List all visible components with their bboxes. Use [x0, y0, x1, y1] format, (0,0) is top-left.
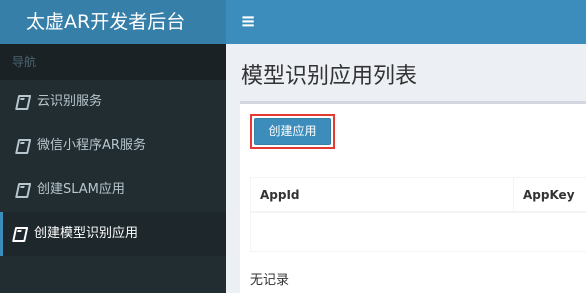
book-icon: [16, 95, 29, 107]
sidebar-item-label: 云识别服务: [37, 94, 103, 109]
column-header-appid[interactable]: AppId: [250, 178, 514, 211]
table-header-row: AppId AppKey: [250, 177, 586, 213]
create-app-button[interactable]: 创建应用: [254, 118, 331, 145]
main-content: 模型识别应用列表 创建应用 AppId AppKey 无记录: [226, 44, 586, 293]
app-logo[interactable]: 太虚AR开发者后台: [0, 0, 226, 44]
sidebar-item-label: 创建SLAM应用: [37, 182, 125, 197]
sidebar-toggle-icon[interactable]: ≡: [226, 0, 270, 44]
book-icon: [13, 227, 26, 239]
sidebar-item-label: 创建模型识别应用: [34, 226, 139, 241]
sidebar-item-create-model-recognition[interactable]: 创建模型识别应用: [0, 212, 226, 256]
book-icon: [16, 183, 29, 195]
create-button-highlight: 创建应用: [250, 114, 335, 149]
sidebar-item-label: 微信小程序AR服务: [37, 138, 146, 153]
app-list-box: 创建应用 AppId AppKey 无记录: [240, 101, 586, 293]
book-icon: [16, 139, 29, 151]
sidebar-item-create-slam[interactable]: 创建SLAM应用: [0, 168, 226, 212]
table-empty-row: [250, 213, 586, 252]
sidebar-item-wechat-ar[interactable]: 微信小程序AR服务: [0, 124, 226, 168]
page-title: 模型识别应用列表: [241, 64, 418, 89]
sidebar-section-label: 导航: [0, 44, 226, 80]
empty-state-text: 无记录: [250, 273, 290, 288]
app-table: AppId AppKey: [250, 177, 586, 252]
column-header-appkey[interactable]: AppKey: [514, 178, 586, 211]
sidebar: 导航 云识别服务 微信小程序AR服务 创建SLAM应用 创建模型识别应用: [0, 44, 226, 293]
sidebar-item-cloud-recognition[interactable]: 云识别服务: [0, 80, 226, 124]
top-header: 太虚AR开发者后台 ≡: [0, 0, 586, 44]
